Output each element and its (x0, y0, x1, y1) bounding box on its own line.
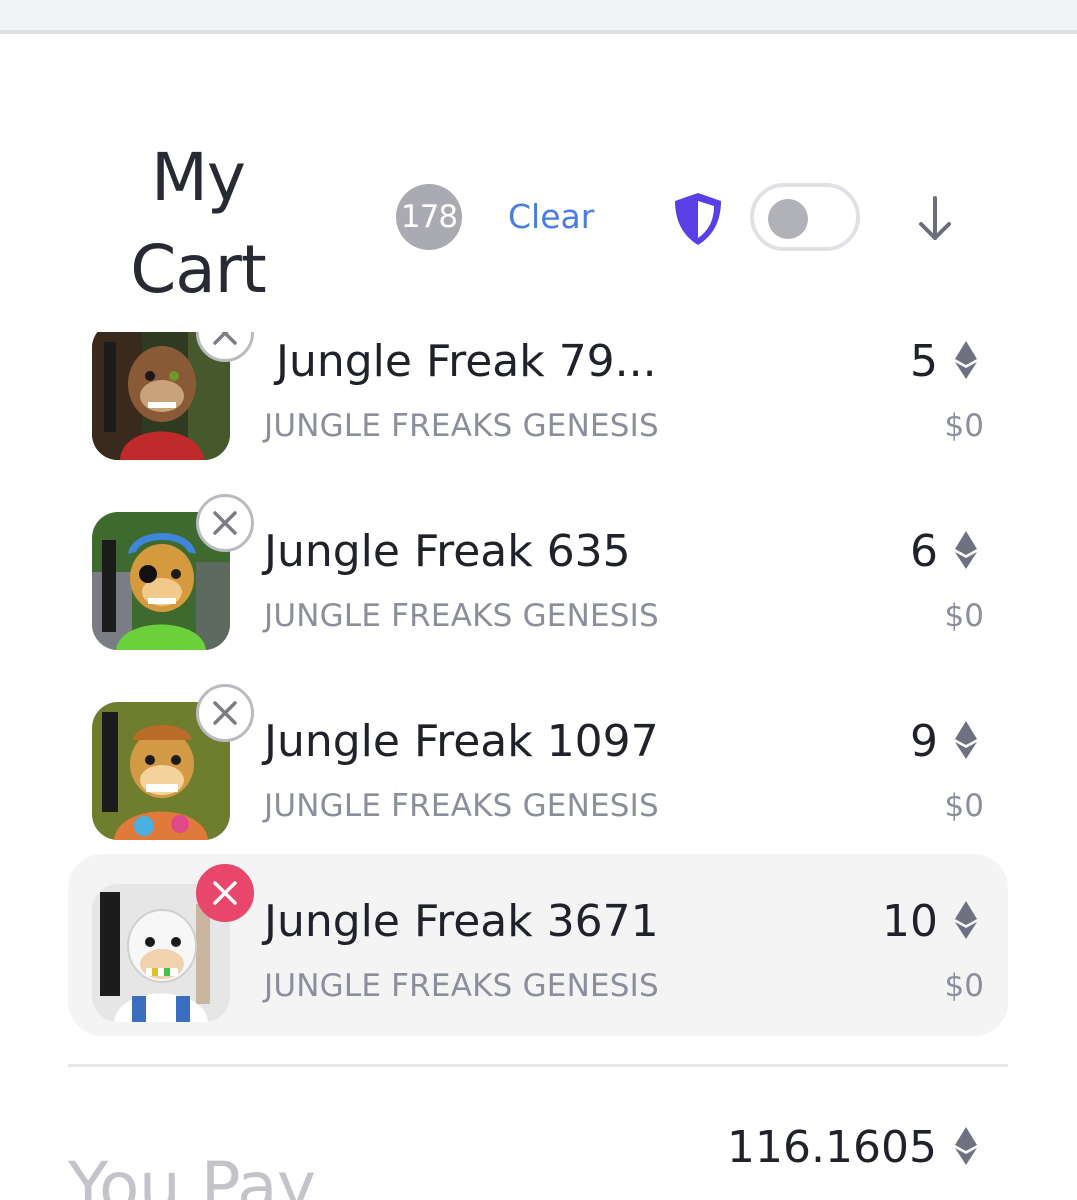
item-name: Jungle Freak 79... (276, 336, 657, 387)
shield-icon[interactable] (670, 190, 726, 248)
toggle-switch[interactable] (750, 183, 860, 251)
remove-item-button[interactable] (196, 864, 254, 922)
eth-icon (955, 721, 977, 759)
cart-item[interactable]: Jungle Freak 1097 JUNGLE FREAKS GENESIS … (68, 674, 1008, 856)
close-icon (213, 701, 237, 725)
item-name: Jungle Freak 1097 (264, 716, 659, 767)
eth-icon (955, 341, 977, 379)
item-usd-price: $0 (944, 408, 984, 444)
cart-page: My Cart 178 Clear Jungle Freak 79... JUN… (0, 0, 1077, 1200)
close-icon (213, 332, 237, 345)
item-price: 5 (910, 336, 938, 387)
item-name: Jungle Freak 635 (264, 526, 631, 577)
title-line-1: My (150, 139, 246, 216)
item-usd-price: $0 (944, 968, 984, 1004)
page-title: My Cart (118, 132, 278, 316)
item-collection: JUNGLE FREAKS GENESIS (264, 968, 659, 1004)
title-line-2: Cart (130, 231, 267, 308)
eth-icon (955, 901, 977, 939)
item-count-badge: 178 (396, 184, 462, 250)
close-icon (213, 881, 237, 905)
clear-button[interactable]: Clear (508, 194, 594, 240)
cart-item[interactable]: Jungle Freak 79... JUNGLE FREAKS GENESIS… (68, 332, 1008, 476)
item-usd-price: $0 (944, 598, 984, 634)
remove-item-button[interactable] (196, 494, 254, 552)
item-collection: JUNGLE FREAKS GENESIS (264, 408, 659, 444)
item-price: 6 (910, 526, 938, 577)
item-name: Jungle Freak 3671 (264, 896, 659, 947)
item-usd-price: $0 (944, 788, 984, 824)
item-collection: JUNGLE FREAKS GENESIS (264, 788, 659, 824)
section-divider (68, 1064, 1008, 1067)
you-pay-label: You Pay (68, 1148, 316, 1200)
eth-icon (955, 531, 977, 569)
top-divider (0, 0, 1077, 34)
toggle-knob (768, 199, 808, 239)
item-collection: JUNGLE FREAKS GENESIS (264, 598, 659, 634)
cart-item-selected[interactable]: Jungle Freak 3671 JUNGLE FREAKS GENESIS … (68, 854, 1008, 1036)
remove-item-button[interactable] (196, 684, 254, 742)
item-price: 9 (910, 716, 938, 767)
cart-item-list[interactable]: Jungle Freak 79... JUNGLE FREAKS GENESIS… (0, 332, 1077, 1054)
total-price: 116.1605 (727, 1122, 937, 1173)
eth-icon (955, 1127, 977, 1165)
item-price: 10 (882, 896, 938, 947)
close-icon (213, 511, 237, 535)
cart-item[interactable]: Jungle Freak 635 JUNGLE FREAKS GENESIS 6… (68, 484, 1008, 666)
arrow-down-icon[interactable] (914, 192, 956, 246)
